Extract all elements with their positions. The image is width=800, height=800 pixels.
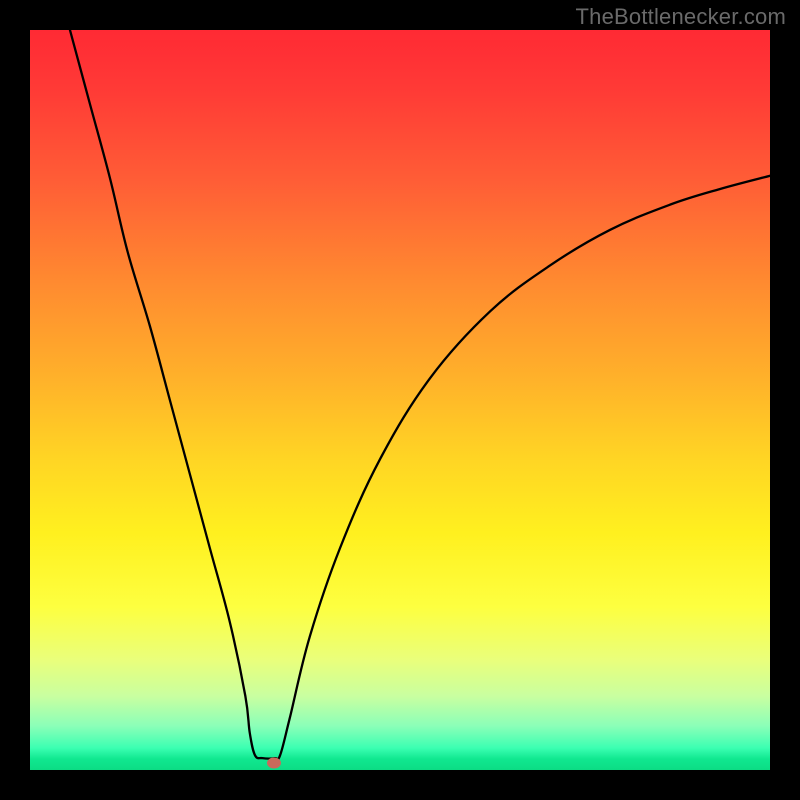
chart-frame: TheBottlenecker.com	[0, 0, 800, 800]
minimum-marker	[267, 757, 281, 768]
bottleneck-curve	[70, 30, 770, 759]
plot-area	[30, 30, 770, 770]
curve-svg	[30, 30, 770, 770]
watermark-text: TheBottlenecker.com	[576, 4, 786, 30]
